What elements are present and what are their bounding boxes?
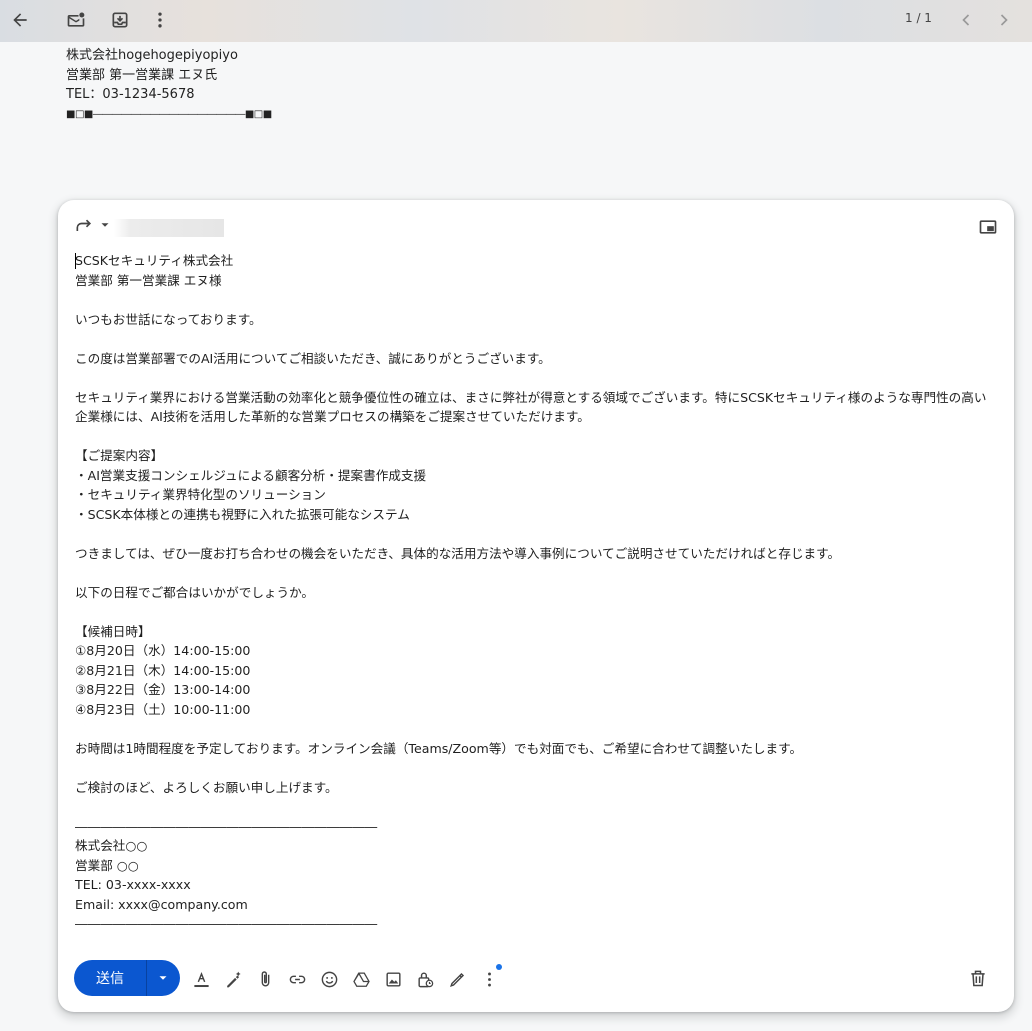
body-line: 【候補日時】: [75, 623, 151, 639]
discard-draft-button[interactable]: [968, 968, 990, 990]
more-vert-icon: [487, 972, 491, 986]
formatting-button[interactable]: [190, 968, 212, 990]
body-line: セキュリティ業界における営業活動の効率化と競争優位性の確立は、まさに弊社が得意と…: [75, 389, 987, 425]
notification-dot: [496, 964, 502, 970]
body-line: ――――――――――――――――――――――――: [75, 818, 378, 834]
body-line: 営業部 ○○: [75, 857, 139, 873]
body-line: Email: xxxx@company.com: [75, 896, 248, 912]
move-to-inbox-button[interactable]: [108, 8, 132, 32]
emoji-icon: [321, 971, 337, 987]
trash-icon: [971, 970, 985, 987]
body-line: 株式会社○○: [75, 838, 148, 853]
drive-icon: [352, 972, 370, 987]
insert-drive-button[interactable]: [350, 968, 372, 990]
pager-count: 1 / 1: [905, 11, 932, 25]
body-line: つきましては、ぜひ一度お打ち合わせの機会をいただき、具体的な活用方法や導入事例に…: [75, 545, 841, 561]
help-me-write-button[interactable]: [222, 968, 244, 990]
prev-button[interactable]: [954, 8, 978, 32]
more-options-button[interactable]: [148, 8, 172, 32]
body-line: TEL: 03-xxxx-xxxx: [75, 877, 191, 892]
send-options-button[interactable]: [147, 971, 179, 985]
caret-down-icon: [159, 976, 167, 980]
caret-down-icon[interactable]: [98, 218, 112, 232]
confidential-mode-button[interactable]: [414, 968, 436, 990]
body-line: 営業部 第一営業課 エヌ様: [75, 272, 222, 288]
send-button[interactable]: 送信: [74, 968, 146, 988]
mark-unread-icon: [67, 12, 85, 27]
chevron-right-icon: [1000, 14, 1008, 26]
move-to-inbox-icon: [112, 12, 128, 28]
insert-link-button[interactable]: [286, 968, 308, 990]
reply-compose-window: SCSKセキュリティ株式会社 営業部 第一営業課 エヌ様いつもお世話になっておりま…: [58, 200, 1014, 1012]
message-body[interactable]: SCSKセキュリティ株式会社 営業部 第一営業課 エヌ様いつもお世話になっておりま…: [75, 251, 999, 934]
body-line: ①8月20日（水）14:00-15:00: [75, 643, 251, 658]
arrow-left-icon: [13, 13, 27, 27]
signature-pen-icon: [449, 972, 464, 987]
attach-file-button[interactable]: [254, 968, 276, 990]
text-cursor: [75, 253, 76, 269]
body-line: ・SCSK本体様との連携も視野に入れた拡張可能なシステム: [75, 506, 410, 522]
insert-photo-button[interactable]: [382, 968, 404, 990]
body-line: ②8月21日（木）14:00-15:00: [75, 662, 251, 678]
more-vert-icon: [158, 12, 162, 28]
quoted-line: ■□■――――――――――――――――■□■: [66, 108, 272, 120]
quoted-signature: 株式会社hogehogepiyopiyo 営業部 第一営業課 エヌ氏 TEL：0…: [66, 46, 272, 124]
top-toolbar: 1 / 1: [0, 0, 1032, 42]
quoted-line: TEL：03-1234-5678: [66, 87, 195, 102]
forward-icon[interactable]: [74, 216, 94, 236]
next-button[interactable]: [992, 8, 1016, 32]
body-line: ④8月23日（土）10:00-11:00: [75, 701, 251, 717]
body-line: この度は営業部署でのAI活用についてご相談いただき、誠にありがとうございます。: [75, 350, 551, 366]
text-format-icon: [193, 971, 209, 987]
lock-clock-icon: [417, 971, 433, 987]
body-line: ――――――――――――――――――――――――: [75, 916, 378, 931]
paperclip-icon: [261, 970, 269, 986]
body-line: 【ご提案内容】: [75, 448, 164, 463]
quoted-line: 株式会社hogehogepiyopiyo: [66, 48, 238, 63]
insert-signature-button[interactable]: [446, 968, 468, 990]
more-options-button[interactable]: [478, 968, 500, 990]
mark-unread-button[interactable]: [64, 8, 88, 32]
magic-pen-icon: [226, 971, 241, 987]
recipient-field[interactable]: [114, 219, 224, 237]
insert-emoji-button[interactable]: [318, 968, 340, 990]
chevron-left-icon: [962, 14, 970, 26]
body-line: ・AI営業支援コンシェルジュによる顧客分析・提案書作成支援: [75, 467, 427, 483]
body-line: ・セキュリティ業界特化型のソリューション: [75, 487, 326, 502]
body-line: 以下の日程でご都合はいかがでしょうか。: [75, 584, 315, 600]
body-line: お時間は1時間程度を予定しております。オンライン会議（Teams/Zoom等）で…: [75, 740, 803, 756]
link-icon: [289, 975, 305, 983]
quoted-line: 営業部 第一営業課 エヌ氏: [66, 67, 218, 83]
body-line: SCSKセキュリティ株式会社: [75, 253, 234, 268]
send-button-group: 送信: [74, 960, 180, 996]
body-line: ご検討のほど、よろしくお願い申し上げます。: [75, 779, 338, 795]
body-line: いつもお世話になっております。: [75, 311, 262, 327]
back-button[interactable]: [8, 8, 32, 32]
body-line: ③8月22日（金）13:00-14:00: [75, 682, 251, 697]
pop-out-icon[interactable]: [978, 217, 998, 237]
compose-toolbar: 送信: [74, 960, 998, 998]
image-icon: [385, 971, 401, 987]
